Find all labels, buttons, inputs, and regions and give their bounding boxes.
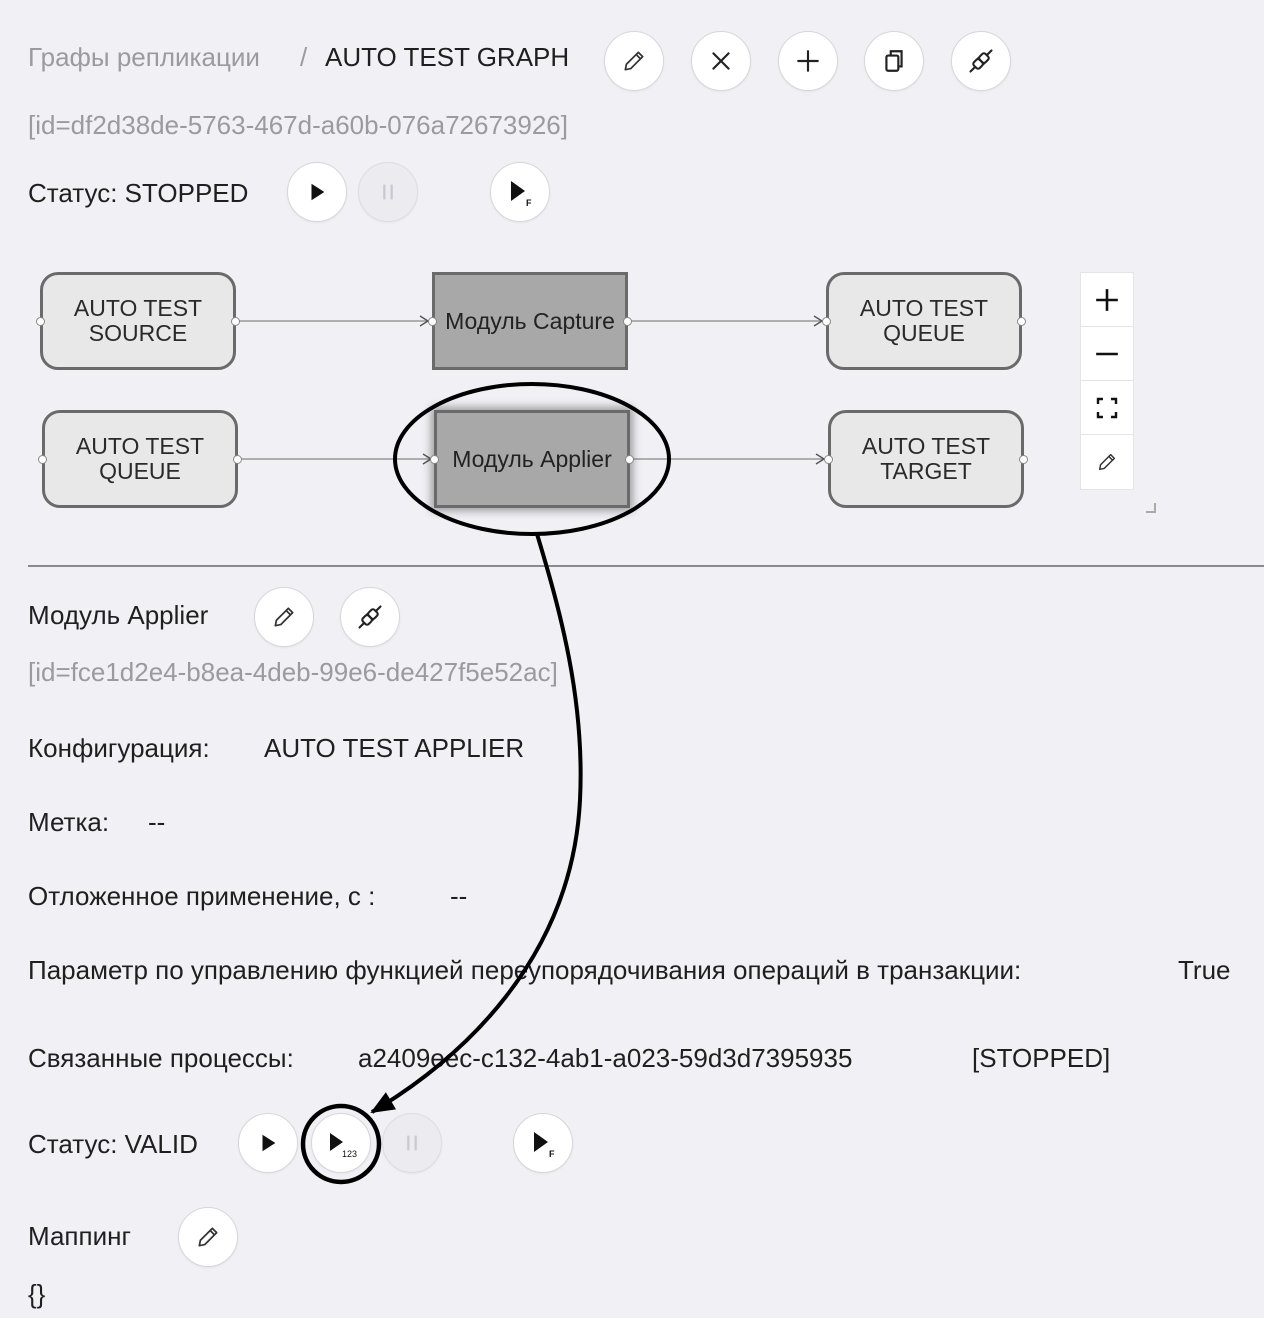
node-queue-1[interactable]: AUTO TEST QUEUE [826, 272, 1022, 370]
module-title: Модуль Applier [28, 600, 209, 630]
fit-view-button[interactable] [1081, 381, 1133, 435]
config-label: Конфигурация: [28, 733, 210, 763]
port[interactable] [824, 455, 833, 464]
edit-mapping-button[interactable] [178, 1207, 238, 1267]
pencil-icon [274, 607, 294, 627]
node-capture-label: Модуль Capture [445, 307, 615, 334]
plug-icon [358, 605, 382, 629]
reorder-label: Параметр по управлению функцией переупор… [28, 955, 1022, 985]
port[interactable] [428, 317, 437, 326]
delay-label: Отложенное применение, с : [28, 881, 376, 911]
start-from-module-button[interactable]: F [513, 1113, 573, 1173]
zoom-out-icon [1096, 352, 1118, 355]
zoom-out-button[interactable] [1081, 327, 1133, 381]
delay-value: -- [450, 881, 468, 911]
node-queue-2-label: AUTO TEST QUEUE [75, 433, 205, 484]
node-target-label: AUTO TEST TARGET [861, 433, 991, 484]
module-id: [id=fce1d2e4-b8ea-4deb-99e6-de427f5e52ac… [28, 657, 558, 687]
port[interactable] [625, 455, 634, 464]
fit-view-icon [1096, 397, 1118, 418]
module-status: Статус: VALID [28, 1129, 198, 1159]
node-target[interactable]: AUTO TEST TARGET [828, 410, 1024, 508]
tag-label: Метка: [28, 807, 110, 837]
svg-text:F: F [549, 1149, 555, 1158]
node-queue-2[interactable]: AUTO TEST QUEUE [42, 410, 238, 508]
process-status: [STOPPED] [972, 1043, 1111, 1073]
edit-diagram-button[interactable] [1081, 435, 1133, 489]
node-source-label: AUTO TEST SOURCE [73, 295, 203, 346]
tag-value: -- [148, 807, 166, 837]
port[interactable] [36, 317, 45, 326]
mapping-value: {} [28, 1279, 46, 1309]
edit-icon [1098, 453, 1116, 471]
zoom-in-icon [1096, 288, 1118, 311]
node-source[interactable]: AUTO TEST SOURCE [40, 272, 236, 370]
resize-handle-icon[interactable] [1144, 502, 1158, 514]
pause-module-button[interactable] [382, 1113, 442, 1173]
node-applier-label: Модуль Applier [452, 445, 612, 472]
edit-module-button[interactable] [254, 587, 314, 647]
svg-text:123: 123 [342, 1149, 357, 1159]
node-queue-1-label: AUTO TEST QUEUE [859, 295, 989, 346]
reorder-value: True [1178, 955, 1231, 985]
process-link[interactable]: a2409eec-c132-4ab1-a023-59d3d7395935 [358, 1042, 852, 1074]
module-connection-button[interactable] [340, 587, 400, 647]
port[interactable] [623, 317, 632, 326]
port[interactable] [822, 317, 831, 326]
start-module-button[interactable] [238, 1113, 298, 1173]
diagram-controls [1080, 272, 1134, 490]
mapping-label: Маппинг [28, 1221, 131, 1251]
zoom-in-button[interactable] [1081, 273, 1133, 327]
play-icon [262, 1134, 276, 1152]
port[interactable] [231, 317, 240, 326]
port[interactable] [1019, 455, 1028, 464]
pencil-icon [198, 1227, 218, 1247]
pause-icon [407, 1135, 417, 1151]
annotation-arrow [370, 533, 583, 1114]
play-123-icon: 123 [330, 1133, 357, 1159]
port[interactable] [1017, 317, 1026, 326]
port[interactable] [430, 455, 439, 464]
start-n-button[interactable]: 123 [311, 1113, 371, 1173]
node-applier[interactable]: Модуль Applier [434, 410, 630, 508]
section-divider [28, 565, 1264, 567]
config-value[interactable]: AUTO TEST APPLIER [264, 732, 524, 764]
node-capture[interactable]: Модуль Capture [432, 272, 628, 370]
play-f-icon: F [534, 1132, 555, 1158]
port[interactable] [233, 455, 242, 464]
port[interactable] [38, 455, 47, 464]
processes-label: Связанные процессы: [28, 1043, 294, 1073]
